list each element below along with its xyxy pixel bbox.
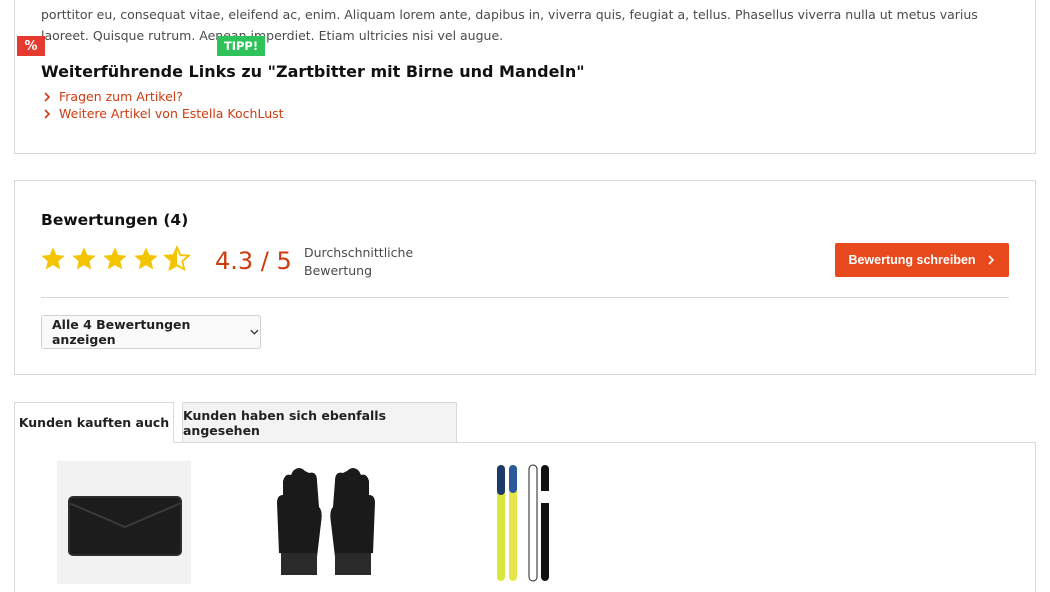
wallet-image: [68, 496, 182, 556]
show-all-reviews-dropdown[interactable]: Alle 4 Bewertungen anzeigen: [41, 315, 261, 349]
chevron-right-icon: [44, 91, 51, 102]
link-label: Fragen zum Artikel?: [59, 89, 183, 104]
star-half-icon: [163, 245, 191, 272]
star-full-icon: [41, 247, 65, 270]
product-wallet[interactable]: [57, 461, 191, 584]
reviews-card: Bewertungen (4) 4.3 / 5 Durchschnittlich…: [14, 180, 1036, 375]
rating-desc-line: Bewertung: [304, 263, 372, 278]
rating-score: 4.3 / 5: [215, 247, 292, 275]
tab-customers-viewed[interactable]: Kunden haben sich ebenfalls angesehen: [182, 402, 457, 443]
chevron-down-icon: [250, 329, 259, 335]
star-full-icon: [103, 247, 127, 270]
star-rating: [39, 245, 191, 273]
show-all-label: Alle 4 Bewertungen anzeigen: [52, 317, 191, 347]
rating-description: Durchschnittliche Bewertung: [304, 244, 424, 280]
tip-badge: TIPP!: [217, 36, 265, 56]
tab-label: Kunden haben sich ebenfalls angesehen: [183, 407, 387, 438]
product-skis[interactable]: [485, 461, 575, 584]
tab-customers-bought[interactable]: Kunden kauften auch: [14, 402, 174, 443]
product-carousel: [14, 442, 1036, 592]
rating-desc-line: Durchschnittliche: [304, 245, 414, 260]
write-review-label: Bewertung schreiben: [848, 253, 976, 267]
product-gloves[interactable]: [251, 461, 401, 584]
reviews-title: Bewertungen (4): [41, 211, 189, 229]
chevron-right-icon: [44, 108, 51, 119]
sale-badge: %: [17, 36, 45, 56]
article-description-card: porttitor eu, consequat vitae, eleifend …: [14, 0, 1036, 154]
tab-label: Kunden kauften auch: [18, 415, 170, 430]
skis-image: [497, 464, 549, 582]
chevron-right-icon: [987, 255, 994, 265]
description-text: porttitor eu, consequat vitae, eleifend …: [41, 7, 978, 43]
write-review-button[interactable]: Bewertung schreiben: [835, 243, 1009, 277]
star-full-icon: [134, 247, 158, 270]
link-label: Weitere Artikel von Estella KochLust: [59, 106, 284, 121]
link-questions-about-article[interactable]: Fragen zum Artikel?: [41, 89, 183, 104]
star-full-icon: [72, 247, 96, 270]
link-more-articles-author[interactable]: Weitere Artikel von Estella KochLust: [41, 106, 284, 121]
related-links-title: Weiterführende Links zu "Zartbitter mit …: [41, 62, 585, 81]
divider: [41, 297, 1009, 298]
gloves-image: [277, 468, 375, 575]
